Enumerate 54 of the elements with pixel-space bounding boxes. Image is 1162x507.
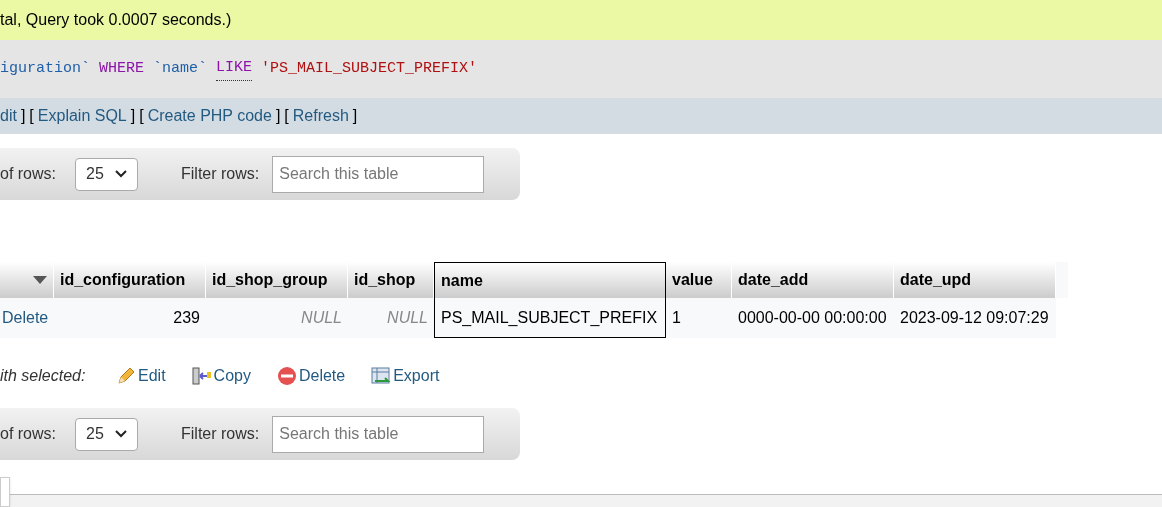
action-button[interactable]: Edit	[116, 364, 166, 388]
chevron-down-icon	[115, 170, 127, 178]
sql-token: WHERE	[99, 58, 145, 79]
column-header[interactable]: value	[666, 262, 732, 298]
null-value: NULL	[300, 308, 342, 328]
copy-icon	[191, 366, 212, 386]
query-link[interactable]: dit	[0, 104, 17, 128]
rows-label: of rows:	[0, 164, 57, 184]
null-value: NULL	[386, 308, 428, 328]
table-cell-text: 2023-09-12 09:07:29	[900, 308, 1050, 328]
query-link[interactable]: Create PHP code	[147, 104, 272, 128]
bracket: [	[284, 106, 289, 126]
chevron-down-icon	[115, 430, 127, 438]
export-icon	[371, 366, 392, 386]
sort-arrow-icon	[33, 276, 47, 284]
bracket: ]	[20, 106, 26, 126]
with-selected-label: ith selected:	[0, 366, 87, 386]
search-field[interactable]: Search this table	[272, 415, 485, 453]
query-link[interactable]: Explain SQL	[37, 104, 127, 128]
filter-label: Filter rows:	[181, 164, 260, 184]
search-field[interactable]: Search this table	[272, 155, 485, 193]
column-header[interactable]: id_shop_group	[206, 262, 348, 298]
sql-token: LIKE	[216, 57, 253, 81]
sql-token: `name`	[153, 58, 208, 79]
action-button[interactable]: Export	[371, 364, 440, 388]
bracket: ]	[275, 106, 281, 126]
rows-select[interactable]: 25	[75, 417, 138, 451]
delete-icon	[276, 366, 297, 386]
rows-label: of rows:	[0, 424, 57, 444]
sql-token: 'PS_MAIL_SUBJECT_PREFIX'	[261, 58, 478, 79]
bracket: [	[139, 106, 144, 126]
action-button[interactable]: Copy	[191, 364, 251, 388]
bracket: ]	[130, 106, 136, 126]
column-header[interactable]: date_upd	[894, 262, 1056, 298]
console-tab[interactable]	[0, 477, 10, 507]
bracket: ]	[352, 106, 358, 126]
query-link[interactable]: Refresh	[292, 104, 349, 128]
filter-label: Filter rows:	[181, 424, 260, 444]
table-cell-text: 239	[172, 308, 200, 328]
rows-select[interactable]: 25	[75, 157, 138, 191]
table-cell-text: 1	[672, 308, 682, 328]
column-header[interactable]: id_configuration	[54, 262, 206, 298]
sql-token: iguration`	[0, 58, 90, 79]
column-header[interactable]: date_add	[732, 262, 894, 298]
column-header[interactable]: id_shop	[348, 262, 434, 298]
bracket: [	[29, 106, 34, 126]
column-header[interactable]: name	[434, 262, 666, 298]
header-filler	[1056, 262, 1068, 298]
pencil-icon	[116, 366, 136, 386]
table-cell-text: 0000-00-00 00:00:00	[738, 308, 888, 328]
status-message: tal, Query took 0.0007 seconds.)	[0, 10, 232, 30]
table-cell-text: PS_MAIL_SUBJECT_PREFIX	[441, 307, 659, 328]
action-button[interactable]: Delete	[276, 364, 346, 388]
delete-link[interactable]: Delete	[2, 306, 48, 330]
